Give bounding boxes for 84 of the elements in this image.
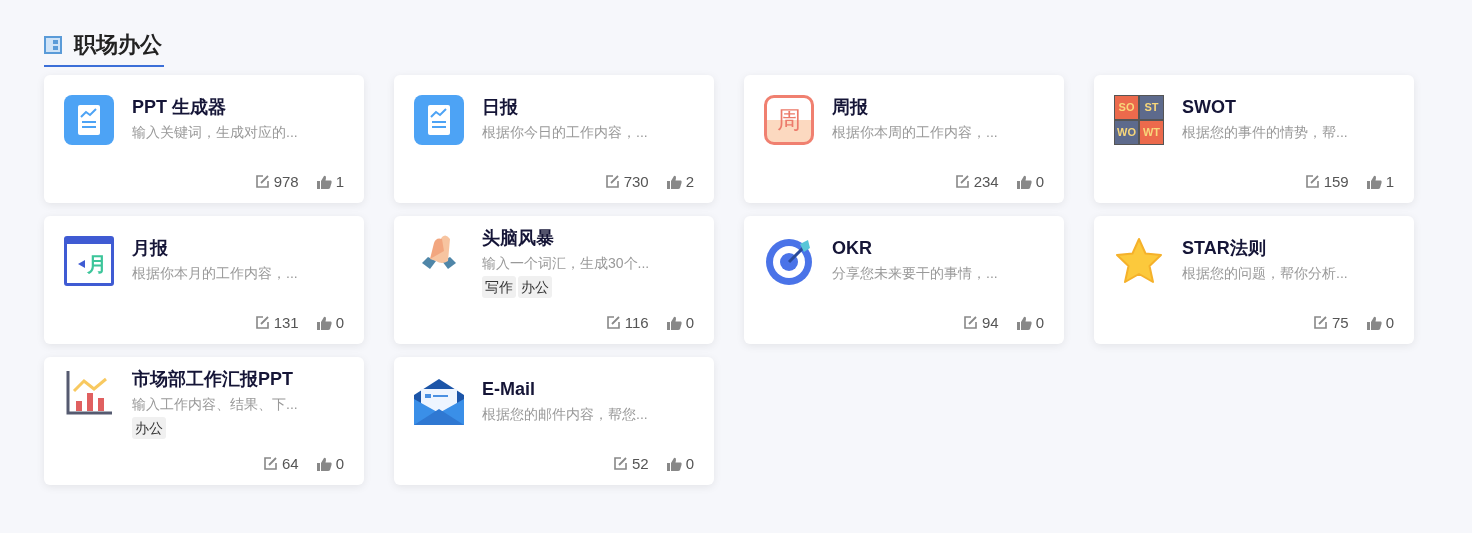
card-title: 月报 [132, 237, 169, 260]
card-title: SWOT [1182, 96, 1237, 119]
thumbs-up-icon [1016, 315, 1032, 330]
swot-icon: SO ST WO WT [1114, 95, 1164, 145]
edit-icon [612, 456, 628, 472]
card-description: 输入一个词汇，生成30个... [482, 254, 650, 273]
chart-document-icon [414, 95, 464, 145]
card-description: 输入关键词，生成对应的... [132, 123, 298, 142]
section-icon [44, 35, 62, 54]
tag: 办公 [132, 417, 166, 439]
use-count: 234 [973, 171, 999, 192]
tool-card[interactable]: 月 月报 根据你本月的工作内容，... 131 0 [44, 216, 364, 344]
tag: 写作 [482, 276, 516, 298]
like-count: 0 [685, 453, 694, 474]
like-count: 0 [685, 312, 694, 333]
tool-card[interactable]: SO ST WO WT SWOT 根据您的事件的情势，帮... 159 1 [1094, 75, 1414, 203]
edit-icon [605, 315, 621, 331]
card-title: 周报 [832, 96, 869, 119]
like-count: 0 [1035, 312, 1044, 333]
tag: 办公 [518, 276, 552, 298]
use-count: 116 [624, 312, 649, 333]
edit-icon [1304, 174, 1320, 190]
card-title: OKR [832, 237, 873, 260]
card-description: 分享您未来要干的事情，... [832, 264, 998, 283]
star-icon [1114, 237, 1164, 285]
calendar-icon: 月 [64, 236, 114, 286]
card-title: PPT 生成器 [132, 96, 227, 119]
section-title: 职场办公 [74, 31, 162, 59]
thumbs-up-icon [666, 174, 682, 189]
card-title: 日报 [482, 96, 519, 119]
like-count: 2 [685, 171, 694, 192]
use-count: 978 [273, 171, 299, 192]
calendar-icon: 周 [764, 95, 814, 145]
tool-card[interactable]: STAR法则 根据您的问题，帮你分析... 75 0 [1094, 216, 1414, 344]
edit-icon [254, 315, 270, 331]
thumbs-up-icon [1366, 174, 1382, 189]
like-count: 1 [1385, 171, 1394, 192]
edit-icon [954, 174, 970, 190]
thumbs-up-icon [316, 315, 332, 330]
use-count: 131 [273, 312, 299, 333]
thumbs-up-icon [316, 174, 332, 189]
tool-card[interactable]: 周 周报 根据你本周的工作内容，... 234 0 [744, 75, 1064, 203]
card-description: 根据您的问题，帮你分析... [1182, 264, 1348, 283]
tool-card[interactable]: PPT 生成器 输入关键词，生成对应的... 978 1 [44, 75, 364, 203]
thumbs-up-icon [1366, 315, 1382, 330]
card-title: 市场部工作汇报PPT [132, 368, 294, 391]
use-count: 730 [623, 171, 649, 192]
edit-icon [604, 174, 620, 190]
use-count: 75 [1331, 312, 1349, 333]
card-description: 根据你本月的工作内容，... [132, 264, 298, 283]
like-count: 0 [1385, 312, 1394, 333]
thumbs-up-icon [316, 456, 332, 471]
like-count: 0 [335, 453, 344, 474]
tool-card[interactable]: E-Mail 根据您的邮件内容，帮您... 52 0 [394, 357, 714, 485]
card-description: 根据你今日的工作内容，... [482, 123, 648, 142]
edit-icon [1312, 315, 1328, 331]
use-count: 52 [631, 453, 649, 474]
use-count: 159 [1323, 171, 1349, 192]
card-title: STAR法则 [1182, 237, 1267, 260]
like-count: 1 [335, 171, 344, 192]
card-title: 头脑风暴 [482, 227, 555, 250]
bar-chart-icon [66, 369, 112, 415]
tool-card[interactable]: 市场部工作汇报PPT 输入工作内容、结果、下... 办公 64 0 [44, 357, 364, 485]
card-description: 根据您的事件的情势，帮... [1182, 123, 1348, 142]
edit-icon [254, 174, 270, 190]
like-count: 0 [335, 312, 344, 333]
tool-card[interactable]: 头脑风暴 输入一个词汇，生成30个... 写作 办公 116 0 [394, 216, 714, 344]
chart-document-icon [64, 95, 114, 145]
use-count: 94 [981, 312, 999, 333]
thumbs-up-icon [666, 456, 682, 471]
tool-card[interactable]: OKR 分享您未来要干的事情，... 94 0 [744, 216, 1064, 344]
like-count: 0 [1035, 171, 1044, 192]
envelope-icon [414, 377, 464, 427]
card-description: 输入工作内容、结果、下... [132, 395, 298, 414]
card-title: E-Mail [482, 378, 536, 401]
edit-icon [962, 315, 978, 331]
thumbs-up-icon [666, 315, 682, 330]
tool-card[interactable]: 日报 根据你今日的工作内容，... 730 2 [394, 75, 714, 203]
card-description: 根据您的邮件内容，帮您... [482, 405, 648, 424]
card-description: 根据你本周的工作内容，... [832, 123, 998, 142]
edit-icon [262, 456, 278, 472]
target-icon [764, 236, 814, 286]
thumbs-up-icon [1016, 174, 1032, 189]
use-count: 64 [281, 453, 299, 474]
